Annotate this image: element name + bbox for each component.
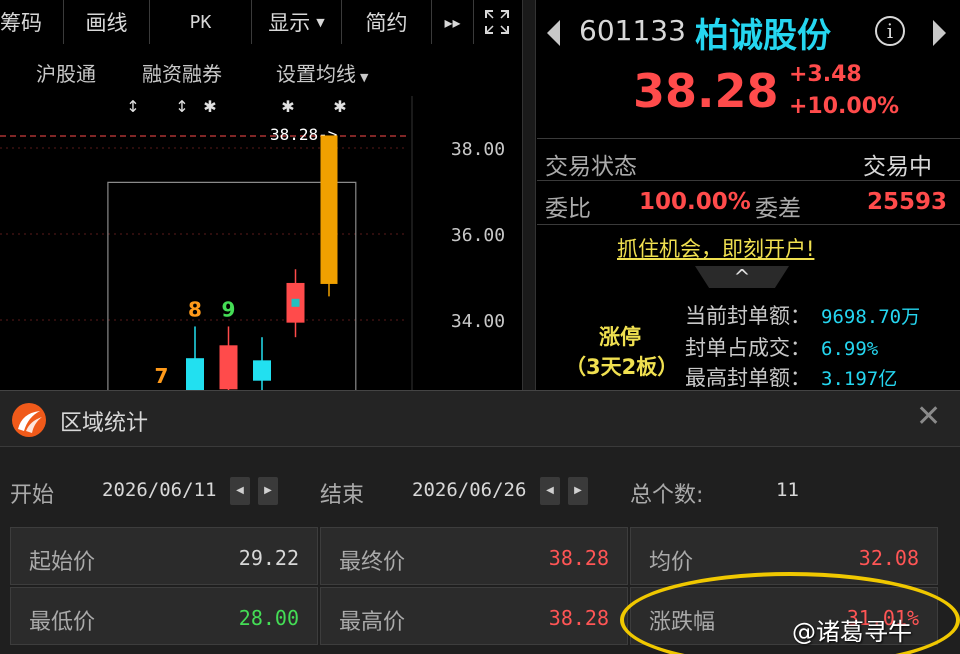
cell-open-price: 起始价 29.22: [10, 527, 318, 585]
limit-up-title: 涨停: [599, 325, 641, 349]
end-prev-icon[interactable]: ◀: [540, 477, 560, 505]
event-marker-icon: ✱: [203, 97, 216, 116]
stat-max-seal: 最高封单额： 3.197亿: [685, 366, 898, 390]
toolbar-simple-button[interactable]: 简约: [342, 0, 432, 44]
stock-code: 601133: [579, 14, 686, 47]
toolbar-pk-button[interactable]: PK: [150, 0, 252, 44]
start-next-icon[interactable]: ▶: [258, 477, 278, 505]
quote-header: 601133 柏诚股份 i: [537, 0, 960, 62]
order-ratio-value: 100.00%: [639, 189, 751, 215]
prev-stock-icon[interactable]: [547, 20, 560, 46]
candle-body: [320, 135, 338, 284]
chart-subtabs: 沪股通 融资融券 设置均线 ▼: [0, 46, 520, 96]
trade-status-value: 交易中: [863, 154, 932, 180]
open-account-link[interactable]: 抓住机会，即刻开户!: [617, 233, 814, 263]
candle-body: [186, 358, 204, 390]
fullscreen-icon[interactable]: [474, 0, 520, 44]
cell-high-price: 最高价 38.28: [320, 587, 628, 645]
y-tick-label: 38.00: [451, 139, 505, 160]
order-diff-label: 委差: [755, 196, 801, 222]
watermark: @诸葛寻牛: [792, 618, 912, 646]
price-change: +3.48: [789, 62, 862, 87]
caret-down-icon: ▼: [360, 71, 369, 84]
start-label: 开始: [10, 483, 55, 508]
count-annotation: 7: [155, 364, 169, 388]
last-price: 38.28: [633, 64, 779, 118]
event-marker-icon: ✱: [281, 97, 294, 116]
toolbar-draw-button[interactable]: 画线: [64, 0, 150, 44]
count-annotation: 9: [222, 297, 236, 321]
count-annotation: 8: [188, 297, 202, 321]
toolbar-chips-button[interactable]: 筹码: [0, 0, 64, 44]
trade-status-label: 交易状态: [545, 154, 637, 180]
fullscreen-icon-svg: [485, 10, 509, 34]
count-value: 11: [776, 479, 799, 501]
y-tick-label: 34.00: [451, 311, 505, 332]
order-ratio-label: 委比: [545, 196, 591, 222]
stat-current-seal: 当前封单额： 9698.70万: [685, 304, 921, 328]
limit-up-streak: （3天2板）: [565, 355, 679, 379]
next-stock-icon[interactable]: [933, 20, 946, 46]
end-date-value[interactable]: 2026/06/26: [412, 479, 526, 501]
dialog-title: 区域统计: [60, 411, 149, 436]
collapse-tab[interactable]: ^: [695, 266, 789, 288]
limit-up-badge: 涨停 （3天2板）: [565, 322, 679, 382]
close-icon[interactable]: ✕: [916, 399, 941, 434]
order-diff-value: 25593: [867, 189, 948, 215]
trade-status-row: 交易状态 交易中: [537, 138, 960, 180]
stock-name: 柏诚股份: [695, 16, 831, 56]
panel-splitter[interactable]: [522, 0, 536, 390]
app-logo-icon: [12, 403, 46, 437]
subtab-hk-connect[interactable]: 沪股通: [36, 58, 96, 87]
y-tick-label: 36.00: [451, 225, 505, 246]
cell-close-price: 最终价 38.28: [320, 527, 628, 585]
candle-body: [219, 345, 238, 390]
fast-forward-icon[interactable]: ▸▸: [432, 0, 474, 44]
caret-down-icon: ▼: [316, 15, 325, 29]
toolbar-display-dropdown[interactable]: 显示 ▼: [252, 0, 342, 44]
promo-row: 抓住机会，即刻开户!: [537, 224, 960, 266]
event-marker-icon: ↕: [175, 97, 188, 116]
candle-body: [253, 360, 271, 381]
info-icon[interactable]: i: [875, 16, 905, 46]
cell-low-price: 最低价 28.00: [10, 587, 318, 645]
chart-toolbar: 筹码 画线 PK 显示 ▼ 简约 ▸▸: [0, 0, 520, 44]
price-change-pct: +10.00%: [789, 94, 900, 119]
chevron-up-icon: ^: [733, 265, 751, 289]
subtab-ma-settings[interactable]: 设置均线 ▼: [276, 58, 368, 87]
order-ratio-row: 委比 100.00% 委差 25593: [537, 180, 960, 222]
end-next-icon[interactable]: ▶: [568, 477, 588, 505]
subtab-margin[interactable]: 融资融券: [142, 58, 222, 87]
stat-seal-ratio: 封单占成交： 6.99%: [685, 336, 879, 360]
end-label: 结束: [320, 483, 365, 508]
date-range-bar: 开始 2026/06/11 ◀ ▶ 结束 2026/06/26 ◀ ▶ 总个数:…: [0, 447, 960, 527]
quote-panel: 601133 柏诚股份 i 38.28 +3.48 +10.00% 交易状态 交…: [537, 0, 960, 390]
event-marker-icon: ↕: [126, 97, 139, 116]
dialog-titlebar[interactable]: 区域统计 ✕: [0, 391, 960, 447]
count-label: 总个数:: [630, 483, 704, 508]
candle-marker: [291, 298, 300, 307]
event-marker-icon: ✱: [333, 97, 346, 116]
start-prev-icon[interactable]: ◀: [230, 477, 250, 505]
start-date-value[interactable]: 2026/06/11: [102, 479, 216, 501]
